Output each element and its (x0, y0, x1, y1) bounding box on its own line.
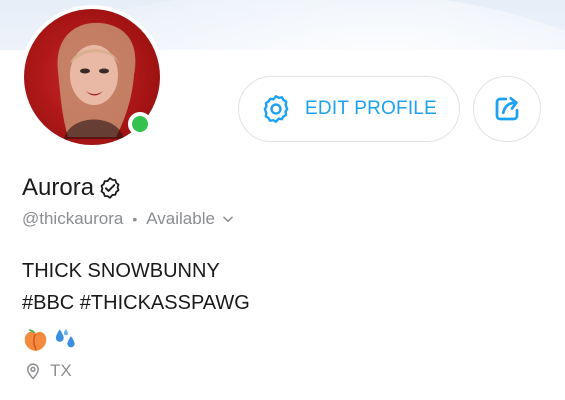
profile-handle: @thickaurora (22, 209, 124, 228)
gear-icon (263, 95, 289, 123)
separator-dot: • (132, 211, 138, 227)
verified-badge-icon (100, 177, 120, 199)
profile-name-row: Aurora (22, 174, 122, 202)
location-pin-icon (26, 363, 40, 380)
handle-row: @thickaurora • Available (22, 209, 235, 229)
profile-bio: THICK SNOWBUNNY #BBC #THICKASSPAWG (22, 255, 250, 319)
bio-line-1: THICK SNOWBUNNY (22, 260, 220, 282)
bio-emoji-row (22, 326, 80, 353)
bio-line-2: #BBC #THICKASSPAWG (22, 292, 250, 314)
water-droplets-emoji (55, 328, 75, 348)
status-label: Available (146, 209, 215, 228)
online-status-dot (128, 112, 152, 136)
location-row: TX (24, 361, 72, 381)
edit-profile-button[interactable]: EDIT PROFILE (238, 76, 460, 142)
share-profile-button[interactable] (473, 76, 541, 142)
location-label: TX (50, 361, 72, 380)
peach-emoji (24, 329, 47, 351)
share-icon (495, 97, 519, 121)
chevron-down-icon (223, 216, 233, 223)
profile-name: Aurora (22, 174, 95, 201)
edit-profile-label: EDIT PROFILE (305, 98, 437, 119)
status-dropdown[interactable]: Available (146, 209, 235, 229)
